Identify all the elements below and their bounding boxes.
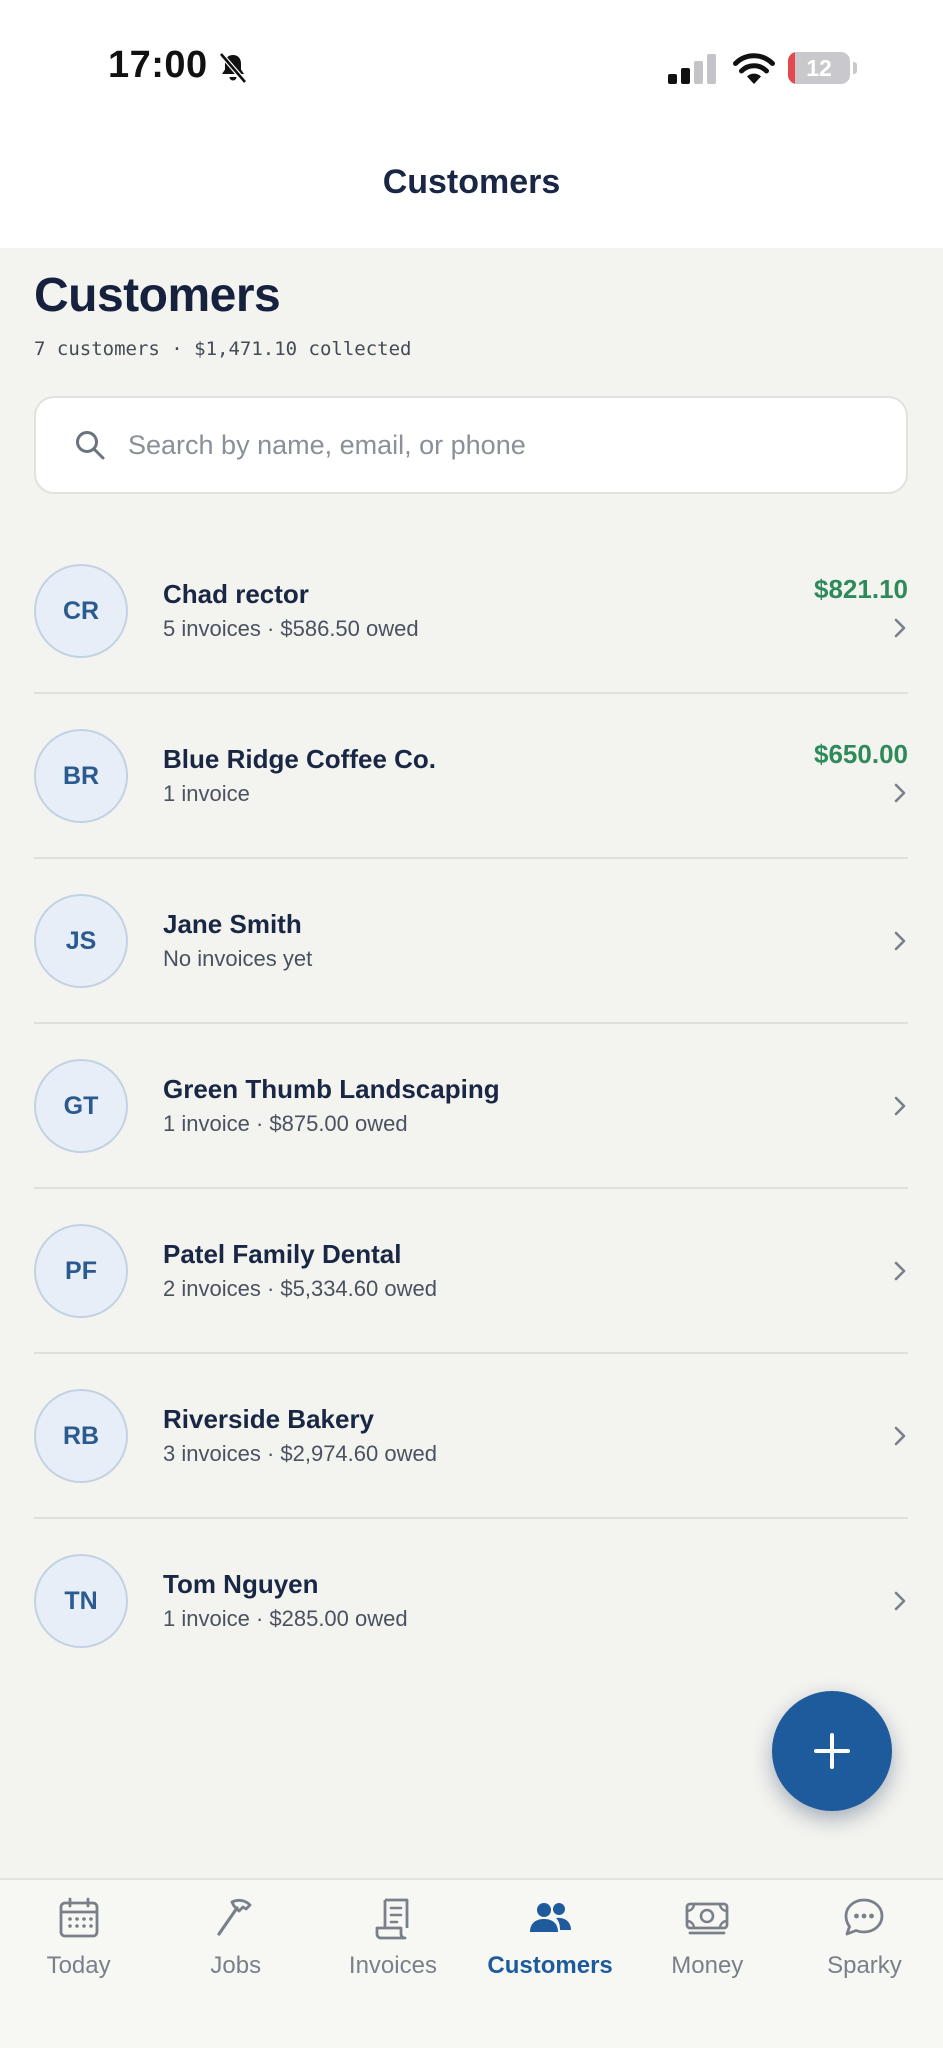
customer-name: Jane Smith [163,909,302,939]
avatar: BR [34,729,128,823]
battery-indicator: 12 [788,52,850,84]
tab-label: Invoices [348,1952,437,1979]
nav-title: Customers [382,162,561,201]
customer-amount: $821.10 [814,574,908,604]
customer-row-riverside-bakery[interactable]: RB Riverside Bakery 3 invoices · $2,974.… [34,1354,908,1519]
avatar: RB [34,1389,128,1483]
customer-row-jane-smith[interactable]: JS Jane Smith No invoices yet [34,859,908,1024]
chevron-right-icon [894,618,906,638]
avatar: JS [34,894,128,988]
add-customer-button[interactable] [772,1691,892,1811]
customer-row-green-thumb-landscaping[interactable]: GT Green Thumb Landscaping 1 invoice · $… [34,1024,908,1189]
cash-icon [685,1902,729,1935]
chevron-right-icon [894,783,906,803]
receipt-icon [375,1898,409,1940]
plus-icon [814,1733,850,1769]
customer-name: Chad rector [163,579,309,609]
tab-label: Money [671,1952,744,1979]
page-title: Customers [34,269,281,322]
customer-name: Riverside Bakery [163,1404,375,1434]
customer-name: Patel Family Dental [163,1239,402,1269]
people-icon [530,1903,572,1932]
chevron-right-icon [894,1261,906,1281]
search-icon [76,431,105,460]
tab-today[interactable]: Today [0,1880,157,2048]
customer-detail: No invoices yet [163,946,313,971]
chat-bubble-icon [845,1898,884,1936]
chevron-right-icon [894,1426,906,1446]
customer-row-patel-family-dental[interactable]: PF Patel Family Dental 2 invoices · $5,3… [34,1189,908,1354]
battery-level: 12 [806,54,832,81]
customer-detail: 1 invoice [163,781,250,806]
tab-bar: Today Jobs Invoices Customers Money Spar… [0,1878,943,2048]
avatar: PF [34,1224,128,1318]
customer-detail: 1 invoice · $285.00 owed [163,1606,408,1631]
customer-detail: 1 invoice · $875.00 owed [163,1111,408,1136]
battery-nub [853,62,857,74]
customer-row-chad-rector[interactable]: CR Chad rector 5 invoices · $586.50 owed… [34,529,908,694]
customer-detail: 2 invoices · $5,334.60 owed [163,1276,437,1301]
chevron-right-icon [894,1096,906,1116]
bell-slash-icon [219,52,247,84]
wifi-icon [733,53,775,84]
avatar: CR [34,564,128,658]
avatar: TN [34,1554,128,1648]
chevron-right-icon [894,931,906,951]
status-time: 17:00 [108,44,208,86]
calendar-icon [59,1897,98,1938]
tab-sparky[interactable]: Sparky [786,1880,943,2048]
tab-customers[interactable]: Customers [472,1880,629,2048]
customer-row-tom-nguyen[interactable]: TN Tom Nguyen 1 invoice · $285.00 owed [34,1519,908,1684]
tab-label: Today [46,1952,111,1979]
chevron-right-icon [894,1591,906,1611]
tab-money[interactable]: Money [629,1880,786,2048]
page-subtitle: 7 customers · $1,471.10 collected [34,338,412,360]
customer-list: CR Chad rector 5 invoices · $586.50 owed… [34,529,908,1684]
customer-detail: 3 invoices · $2,974.60 owed [163,1441,437,1466]
status-bar: 17:00 12 [0,0,943,130]
tab-jobs[interactable]: Jobs [157,1880,314,2048]
avatar: GT [34,1059,128,1153]
tab-label: Jobs [210,1952,262,1979]
nav-header: Customers [0,130,943,248]
customer-detail: 5 invoices · $586.50 owed [163,616,419,641]
search-box[interactable] [34,396,908,494]
customer-name: Green Thumb Landscaping [163,1074,500,1104]
signal-icon [668,54,716,84]
customer-amount: $650.00 [814,739,908,769]
hammer-icon [217,1898,252,1936]
search-input[interactable] [128,429,848,461]
tab-label: Customers [487,1952,613,1979]
customer-name: Blue Ridge Coffee Co. [163,744,437,774]
customer-row-blue-ridge-coffee[interactable]: BR Blue Ridge Coffee Co. 1 invoice $650.… [34,694,908,859]
customer-name: Tom Nguyen [163,1569,319,1599]
tab-invoices[interactable]: Invoices [314,1880,471,2048]
tab-label: Sparky [827,1952,902,1979]
